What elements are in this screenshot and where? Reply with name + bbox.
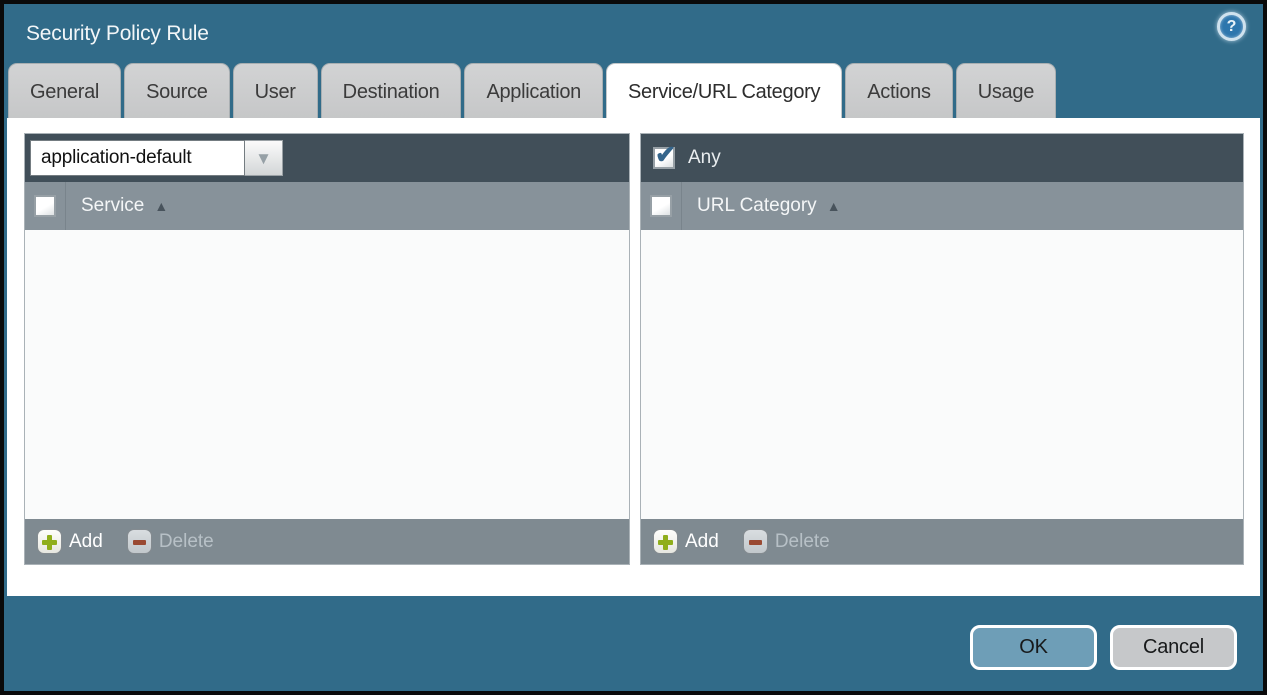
url-category-list[interactable] xyxy=(641,230,1243,519)
service-column-label-wrap: Service ▲ xyxy=(66,182,168,230)
tab-application[interactable]: Application xyxy=(464,63,603,118)
dialog-action-buttons: OK Cancel xyxy=(970,625,1237,670)
tab-actions[interactable]: Actions xyxy=(845,63,953,118)
sort-asc-icon[interactable]: ▲ xyxy=(154,198,168,214)
url-category-panel-footer: Add Delete xyxy=(641,519,1243,564)
service-column-header: Service ▲ xyxy=(25,182,629,230)
service-select-all-cell xyxy=(25,182,66,230)
service-type-dropdown-value[interactable]: application-default xyxy=(30,140,245,176)
service-add-button[interactable]: Add xyxy=(37,529,103,554)
tab-user[interactable]: User xyxy=(233,63,318,118)
service-add-label: Add xyxy=(69,531,103,553)
url-category-panel: Any URL Category ▲ Add xyxy=(640,133,1244,565)
url-category-select-all-cell xyxy=(641,182,682,230)
url-category-delete-label: Delete xyxy=(775,531,830,553)
url-category-any-row: Any xyxy=(646,147,721,169)
help-icon[interactable]: ? xyxy=(1217,12,1246,41)
security-policy-rule-dialog: Security Policy Rule ? General Source Us… xyxy=(4,4,1263,691)
chevron-down-icon: ▼ xyxy=(255,150,272,167)
url-category-column-label-wrap: URL Category ▲ xyxy=(682,182,841,230)
url-category-any-label: Any xyxy=(688,147,721,169)
tab-source[interactable]: Source xyxy=(124,63,230,118)
service-delete-label: Delete xyxy=(159,531,214,553)
service-select-all-checkbox[interactable] xyxy=(34,195,56,217)
url-category-add-button[interactable]: Add xyxy=(653,529,719,554)
minus-icon xyxy=(743,529,768,554)
service-list[interactable] xyxy=(25,230,629,519)
dialog-title: Security Policy Rule xyxy=(4,4,1263,46)
service-column-label[interactable]: Service xyxy=(81,195,144,217)
cancel-button[interactable]: Cancel xyxy=(1110,625,1237,670)
minus-icon xyxy=(127,529,152,554)
tab-service-url-category[interactable]: Service/URL Category xyxy=(606,63,842,118)
service-panel-footer: Add Delete xyxy=(25,519,629,564)
tab-usage[interactable]: Usage xyxy=(956,63,1056,118)
url-category-column-label[interactable]: URL Category xyxy=(697,195,817,217)
url-category-delete-button[interactable]: Delete xyxy=(743,529,830,554)
service-delete-button[interactable]: Delete xyxy=(127,529,214,554)
service-panel: application-default ▼ Service ▲ xyxy=(24,133,630,565)
title-bar: Security Policy Rule ? xyxy=(4,4,1263,61)
tab-destination[interactable]: Destination xyxy=(321,63,462,118)
url-category-column-header: URL Category ▲ xyxy=(641,182,1243,230)
ok-button[interactable]: OK xyxy=(970,625,1097,670)
tab-content-service-url-category: application-default ▼ Service ▲ xyxy=(7,118,1260,596)
url-category-panel-toolbar: Any xyxy=(641,134,1243,182)
url-category-select-all-checkbox[interactable] xyxy=(650,195,672,217)
plus-icon xyxy=(653,529,678,554)
service-type-dropdown-button[interactable]: ▼ xyxy=(245,140,283,176)
sort-asc-icon[interactable]: ▲ xyxy=(827,198,841,214)
tab-bar: General Source User Destination Applicat… xyxy=(8,63,1259,118)
service-panel-toolbar: application-default ▼ xyxy=(25,134,629,182)
service-type-dropdown[interactable]: application-default ▼ xyxy=(30,140,283,176)
url-category-add-label: Add xyxy=(685,531,719,553)
plus-icon xyxy=(37,529,62,554)
tab-general[interactable]: General xyxy=(8,63,121,118)
url-category-any-checkbox[interactable] xyxy=(653,147,675,169)
